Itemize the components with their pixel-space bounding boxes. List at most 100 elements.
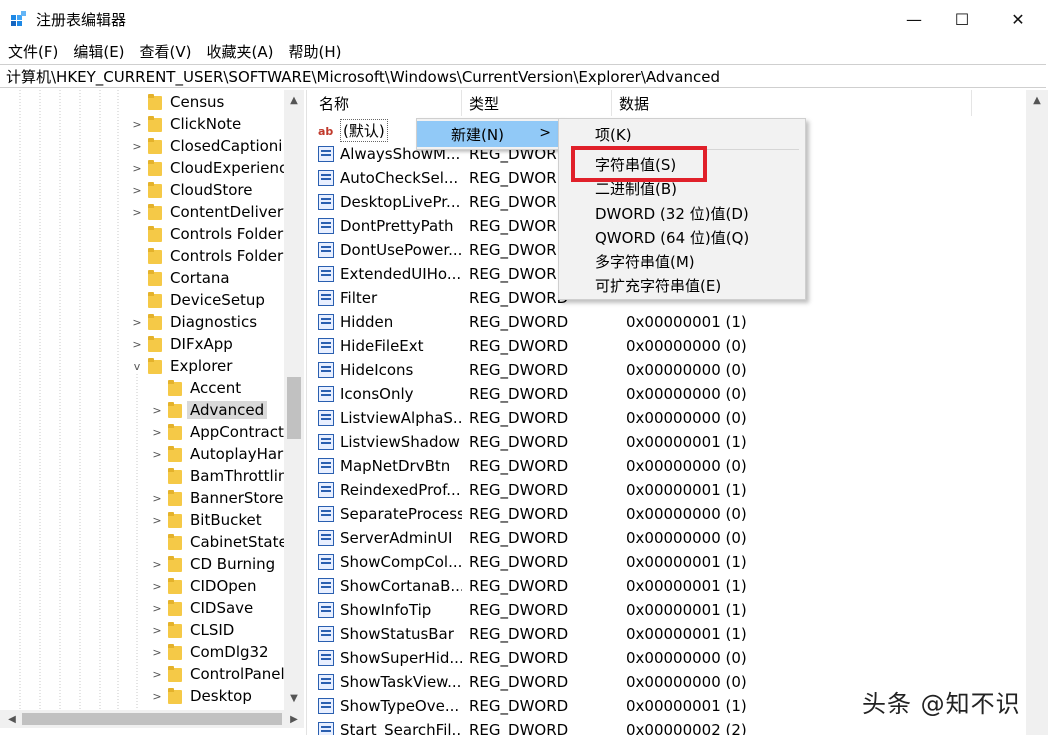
column-header-name[interactable]: 名称 bbox=[312, 90, 462, 116]
scrollbar-thumb[interactable] bbox=[22, 713, 282, 725]
expand-chevron-icon[interactable] bbox=[148, 377, 166, 399]
column-header-type[interactable]: 类型 bbox=[462, 90, 612, 116]
tree-item[interactable]: Cortana bbox=[128, 267, 230, 289]
menu-item-new[interactable]: 新建(N) > bbox=[417, 121, 559, 147]
tree-item[interactable]: > ContentDelivery bbox=[128, 201, 292, 223]
menu-favorites[interactable]: 收藏夹(A) bbox=[199, 41, 281, 62]
tree-item[interactable]: > CIDOpen bbox=[148, 575, 256, 597]
tree-horizontal-scrollbar[interactable]: ◀ ▶ bbox=[0, 710, 304, 728]
scroll-right-arrow-icon[interactable]: ▶ bbox=[284, 710, 304, 728]
scroll-up-arrow-icon[interactable]: ▲ bbox=[1026, 90, 1048, 110]
expand-chevron-icon[interactable] bbox=[128, 245, 146, 267]
tree-item[interactable]: > ClickNote bbox=[128, 113, 241, 135]
tree-vertical-scrollbar[interactable]: ▲ ▼ bbox=[284, 90, 304, 710]
tree-item[interactable]: > CLSID bbox=[148, 619, 234, 641]
tree-item[interactable]: > Diagnostics bbox=[128, 311, 257, 333]
submenu-item-expandable-string-value[interactable]: 可扩充字符串值(E) bbox=[595, 273, 721, 297]
expand-chevron-icon[interactable]: > bbox=[128, 113, 146, 135]
expand-chevron-icon[interactable]: > bbox=[148, 597, 166, 619]
submenu-item-key[interactable]: 项(K) bbox=[595, 122, 632, 146]
list-row[interactable]: Start_SearchFil... REG_DWORD 0x00000002 (2… bbox=[312, 718, 986, 735]
expand-chevron-icon[interactable] bbox=[148, 465, 166, 487]
close-button[interactable]: ✕ bbox=[994, 0, 1042, 38]
expand-chevron-icon[interactable]: > bbox=[128, 157, 146, 179]
tree-item[interactable]: > BannerStore bbox=[148, 487, 283, 509]
expand-chevron-icon[interactable] bbox=[148, 531, 166, 553]
expand-chevron-icon[interactable]: > bbox=[148, 619, 166, 641]
list-row[interactable]: ShowCortanaB... REG_DWORD 0x00000001 (1) bbox=[312, 574, 986, 598]
expand-chevron-icon[interactable]: > bbox=[148, 399, 166, 421]
expand-chevron-icon[interactable]: > bbox=[148, 509, 166, 531]
tree-item[interactable]: > CD Burning bbox=[148, 553, 275, 575]
submenu-item-multi-string-value[interactable]: 多字符串值(M) bbox=[595, 249, 695, 273]
list-row[interactable]: ServerAdminUI REG_DWORD 0x00000000 (0) bbox=[312, 526, 986, 550]
list-row[interactable]: HideIcons REG_DWORD 0x00000000 (0) bbox=[312, 358, 986, 382]
tree-item[interactable]: BamThrottlin bbox=[148, 465, 287, 487]
expand-chevron-icon[interactable]: > bbox=[148, 421, 166, 443]
expand-chevron-icon[interactable] bbox=[128, 91, 146, 113]
tree-item[interactable]: > ClosedCaptioni bbox=[128, 135, 282, 157]
expand-chevron-icon[interactable]: > bbox=[128, 311, 146, 333]
tree-item[interactable]: > CloudExperienc bbox=[128, 157, 287, 179]
menu-edit[interactable]: 编辑(E) bbox=[65, 41, 131, 62]
expand-chevron-icon[interactable]: > bbox=[148, 641, 166, 663]
expand-chevron-icon[interactable] bbox=[128, 223, 146, 245]
list-row[interactable]: MapNetDrvBtn REG_DWORD 0x00000000 (0) bbox=[312, 454, 986, 478]
expand-chevron-icon[interactable] bbox=[128, 267, 146, 289]
list-vertical-scrollbar[interactable]: ▲ bbox=[1026, 90, 1048, 735]
expand-chevron-icon[interactable]: > bbox=[148, 575, 166, 597]
list-row[interactable]: ReindexedProf... REG_DWORD 0x00000001 (1) bbox=[312, 478, 986, 502]
tree-item-advanced-selected[interactable]: > Advanced bbox=[148, 399, 268, 421]
list-row[interactable]: ShowStatusBar REG_DWORD 0x00000001 (1) bbox=[312, 622, 986, 646]
list-row[interactable]: IconsOnly REG_DWORD 0x00000000 (0) bbox=[312, 382, 986, 406]
tree-item[interactable]: Census bbox=[128, 91, 224, 113]
maximize-button[interactable]: ☐ bbox=[938, 0, 986, 38]
tree-item[interactable]: > DIFxApp bbox=[128, 333, 232, 355]
scrollbar-thumb[interactable] bbox=[287, 377, 301, 439]
collapse-chevron-icon[interactable]: v bbox=[128, 355, 146, 377]
expand-chevron-icon[interactable]: > bbox=[148, 663, 166, 685]
minimize-button[interactable]: — bbox=[890, 0, 938, 38]
scroll-left-arrow-icon[interactable]: ◀ bbox=[2, 710, 22, 728]
expand-chevron-icon[interactable]: > bbox=[148, 553, 166, 575]
tree-item[interactable]: Controls Folder bbox=[128, 223, 283, 245]
list-row[interactable]: HideFileExt REG_DWORD 0x00000000 (0) bbox=[312, 334, 986, 358]
tree-item[interactable]: > ComDlg32 bbox=[148, 641, 268, 663]
list-row[interactable]: ShowCompCol... REG_DWORD 0x00000001 (1) bbox=[312, 550, 986, 574]
column-header-data[interactable]: 数据 bbox=[612, 90, 972, 116]
expand-chevron-icon[interactable]: > bbox=[128, 179, 146, 201]
tree-item[interactable]: DeviceSetup bbox=[128, 289, 265, 311]
submenu-item-qword-value[interactable]: QWORD (64 位)值(Q) bbox=[595, 225, 749, 249]
tree-item[interactable]: CabinetState bbox=[148, 531, 288, 553]
list-row[interactable]: ListviewShadow REG_DWORD 0x00000001 (1) bbox=[312, 430, 986, 454]
expand-chevron-icon[interactable]: > bbox=[148, 487, 166, 509]
menu-view[interactable]: 查看(V) bbox=[132, 41, 199, 62]
expand-chevron-icon[interactable]: > bbox=[128, 135, 146, 157]
tree-item[interactable]: > CIDSave bbox=[148, 597, 253, 619]
tree-item[interactable]: > CloudStore bbox=[128, 179, 252, 201]
scroll-up-arrow-icon[interactable]: ▲ bbox=[284, 90, 304, 110]
tree-item[interactable]: Accent bbox=[148, 377, 241, 399]
expand-chevron-icon[interactable]: > bbox=[128, 201, 146, 223]
menu-help[interactable]: 帮助(H) bbox=[280, 41, 348, 62]
list-row[interactable]: ListviewAlphaS... REG_DWORD 0x00000000 (0) bbox=[312, 406, 986, 430]
expand-chevron-icon[interactable] bbox=[128, 289, 146, 311]
expand-chevron-icon[interactable]: > bbox=[148, 685, 166, 707]
expand-chevron-icon[interactable]: > bbox=[128, 333, 146, 355]
tree-item[interactable]: > ControlPanel bbox=[148, 663, 284, 685]
list-row[interactable]: Hidden REG_DWORD 0x00000001 (1) bbox=[312, 310, 986, 334]
expand-chevron-icon[interactable]: > bbox=[148, 443, 166, 465]
list-row[interactable]: ShowInfoTip REG_DWORD 0x00000001 (1) bbox=[312, 598, 986, 622]
list-row[interactable]: ShowSuperHid... REG_DWORD 0x00000000 (0) bbox=[312, 646, 986, 670]
tree-item[interactable]: > AppContract bbox=[148, 421, 283, 443]
submenu-item-dword-value[interactable]: DWORD (32 位)值(D) bbox=[595, 201, 749, 225]
tree-item-explorer[interactable]: v Explorer bbox=[128, 355, 233, 377]
list-row[interactable]: SeparateProcess REG_DWORD 0x00000000 (0) bbox=[312, 502, 986, 526]
address-bar[interactable]: 计算机\HKEY_CURRENT_USER\SOFTWARE\Microsoft… bbox=[0, 64, 1046, 88]
tree-item[interactable]: > AutoplayHar bbox=[148, 443, 283, 465]
scroll-down-arrow-icon[interactable]: ▼ bbox=[284, 688, 304, 708]
tree-item[interactable]: > BitBucket bbox=[148, 509, 261, 531]
tree-item[interactable]: Controls Folder bbox=[128, 245, 283, 267]
menu-file[interactable]: 文件(F) bbox=[0, 41, 65, 62]
tree-item[interactable]: > Desktop bbox=[148, 685, 251, 707]
